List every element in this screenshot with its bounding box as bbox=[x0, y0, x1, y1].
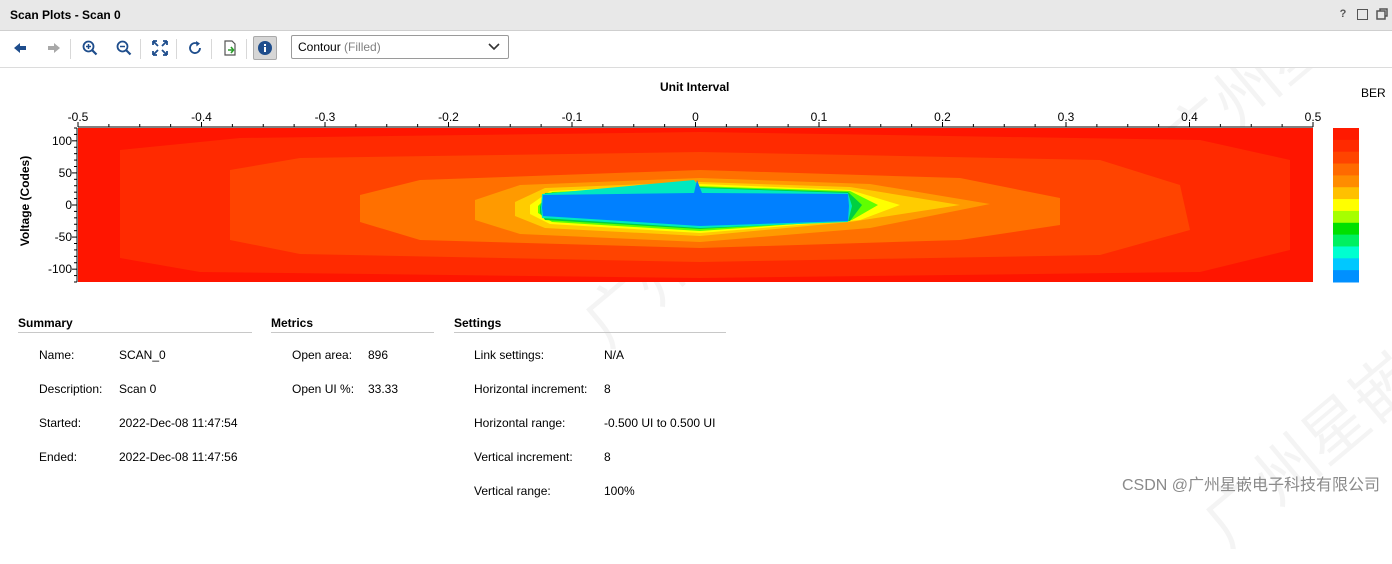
settings-divider bbox=[454, 332, 726, 333]
summary-divider bbox=[18, 332, 252, 333]
metrics-heading: Metrics bbox=[271, 316, 314, 330]
summary-value: 2022-Dec-08 11:47:54 bbox=[119, 416, 238, 430]
faint-watermark: 广州星嵌 bbox=[1180, 328, 1392, 563]
legend-swatch bbox=[1333, 128, 1359, 141]
summary-label: Description: bbox=[39, 382, 103, 396]
legend-swatch bbox=[1333, 246, 1359, 259]
summary-value: 2022-Dec-08 11:47:56 bbox=[119, 450, 238, 464]
metrics-value: 33.33 bbox=[368, 382, 399, 396]
settings-label: Horizontal increment: bbox=[474, 382, 588, 396]
summary-value: Scan 0 bbox=[119, 382, 157, 396]
legend-swatch bbox=[1333, 222, 1359, 236]
settings-label: Link settings: bbox=[474, 348, 545, 362]
settings-heading: Settings bbox=[454, 316, 502, 330]
settings-value: -0.500 UI to 0.500 UI bbox=[604, 416, 716, 430]
metrics-label: Open area: bbox=[292, 348, 353, 362]
settings-label: Horizontal range: bbox=[474, 416, 566, 430]
legend-swatch bbox=[1333, 151, 1359, 165]
summary-label: Ended: bbox=[39, 450, 78, 464]
summary-label: Name: bbox=[39, 348, 75, 362]
settings-value: 8 bbox=[604, 382, 611, 396]
settings-label: Vertical range: bbox=[474, 484, 551, 498]
metrics-value: 896 bbox=[368, 348, 389, 362]
legend-swatch bbox=[1333, 234, 1359, 247]
legend-swatch bbox=[1333, 210, 1359, 224]
legend-swatch bbox=[1333, 187, 1359, 200]
legend-swatch bbox=[1333, 175, 1359, 188]
settings-label: Vertical increment: bbox=[474, 450, 573, 464]
metrics-divider bbox=[271, 332, 434, 333]
legend-swatch bbox=[1333, 139, 1359, 153]
legend-swatch bbox=[1333, 163, 1359, 176]
metrics-label: Open UI %: bbox=[292, 382, 355, 396]
legend-swatch bbox=[1333, 270, 1359, 283]
legend-swatch bbox=[1333, 258, 1359, 271]
summary-label: Started: bbox=[39, 416, 82, 430]
legend-swatch bbox=[1333, 199, 1359, 212]
csdn-watermark: CSDN @广州星嵌电子科技有限公司 bbox=[1121, 477, 1380, 494]
contour-plot[interactable] bbox=[0, 0, 1392, 300]
summary-value: SCAN_0 bbox=[119, 348, 166, 362]
settings-value: N/A bbox=[604, 348, 625, 362]
summary-heading: Summary bbox=[18, 316, 73, 330]
settings-value: 100% bbox=[604, 484, 635, 498]
settings-value: 8 bbox=[604, 450, 611, 464]
